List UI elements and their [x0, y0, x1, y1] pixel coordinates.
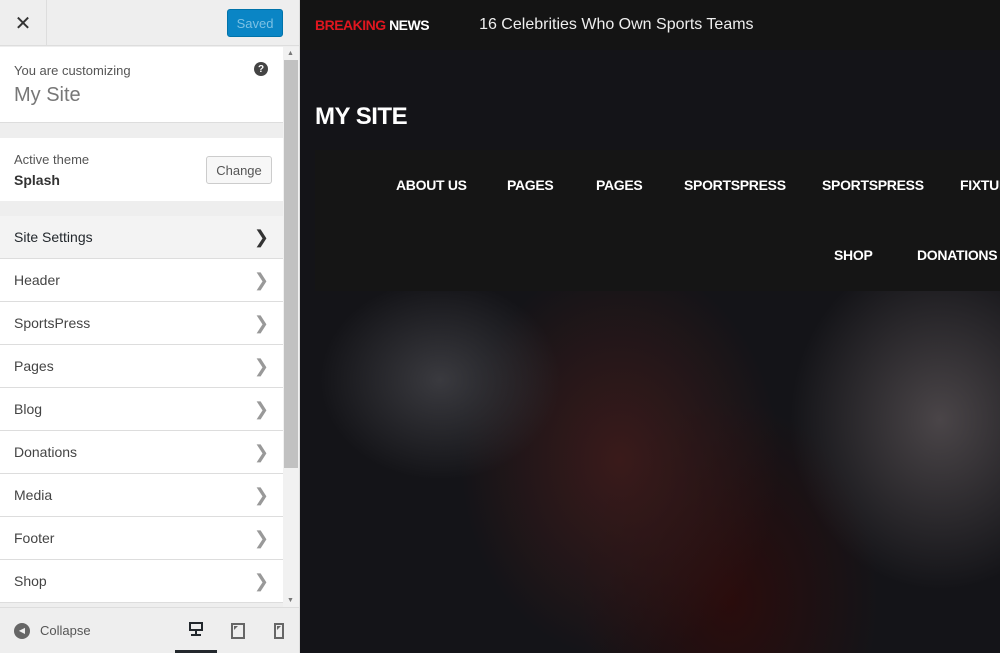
section-label: Site Settings — [14, 229, 93, 245]
tablet-icon — [231, 623, 245, 639]
nav-about-us[interactable]: ABOUT US — [396, 177, 467, 193]
section-label: Blog — [14, 401, 43, 417]
section-label: Header — [14, 272, 60, 288]
section-menu: Site Settings ❯ Header ❯ SportsPress ❯ Page… — [0, 216, 283, 603]
customizer-header: ✕ Saved — [0, 0, 299, 46]
saved-button[interactable]: Saved — [227, 9, 283, 37]
desktop-preview-button[interactable] — [175, 608, 217, 653]
breaking-news-label: BREAKING NEWS — [315, 17, 430, 33]
headline-link[interactable]: 16 Celebrities Who Own Sports Teams — [479, 16, 753, 34]
section-blog[interactable]: Blog ❯ — [0, 388, 283, 431]
section-label: Footer — [14, 530, 55, 546]
news-label: NEWS — [389, 17, 430, 33]
mobile-preview-button[interactable] — [258, 608, 299, 653]
section-header[interactable]: Header ❯ — [0, 259, 283, 302]
tablet-preview-button[interactable] — [217, 608, 259, 653]
section-label: Donations — [14, 444, 78, 460]
section-label: Shop — [14, 573, 47, 589]
scroll-down-icon[interactable]: ▼ — [287, 597, 294, 604]
section-label: SportsPress — [14, 315, 91, 331]
section-footer[interactable]: Footer ❯ — [0, 517, 283, 560]
section-site-settings[interactable]: Site Settings ❯ — [0, 216, 283, 259]
chevron-right-icon: ❯ — [253, 570, 269, 591]
section-media[interactable]: Media ❯ — [0, 474, 283, 517]
section-sportspress[interactable]: SportsPress ❯ — [0, 302, 283, 345]
collapse-button[interactable]: ◀ Collapse — [14, 622, 91, 639]
change-theme-button[interactable]: Change — [206, 156, 272, 184]
customizing-label: You are customizing — [14, 63, 131, 78]
section-label: Pages — [14, 358, 54, 374]
site-preview: BREAKING NEWS 16 Celebrities Who Own Spo… — [300, 0, 1000, 653]
customizer-footer: ◀ Collapse — [0, 607, 299, 653]
customizing-info: You are customizing My Site ? — [0, 47, 283, 123]
panel-list: You are customizing My Site ? Active the… — [0, 47, 299, 607]
nav-pages-2[interactable]: PAGES — [596, 177, 643, 193]
scrollbar-thumb[interactable] — [284, 60, 298, 468]
nav-pages[interactable]: PAGES — [507, 177, 554, 193]
site-title[interactable]: MY SITE — [315, 103, 408, 131]
help-icon[interactable]: ? — [254, 62, 268, 76]
nav-fixtures[interactable]: FIXTURES — [960, 177, 1000, 193]
sidebar-scrollbar[interactable]: ▲ ▼ — [283, 47, 299, 607]
section-donations[interactable]: Donations ❯ — [0, 431, 283, 474]
chevron-right-icon: ❯ — [253, 269, 269, 290]
site-name: My Site — [14, 84, 81, 106]
section-label: Media — [14, 487, 53, 503]
nav-shop[interactable]: SHOP — [834, 247, 873, 263]
nav-sportspress-2[interactable]: SPORTSPRESS — [822, 177, 924, 193]
chevron-right-icon: ❯ — [253, 226, 269, 247]
mobile-icon — [274, 623, 284, 639]
active-theme-section: Active theme Splash Change — [0, 138, 283, 201]
desktop-icon — [189, 622, 203, 636]
close-icon: ✕ — [14, 12, 32, 35]
breaking-news-bar: BREAKING NEWS 16 Celebrities Who Own Spo… — [300, 0, 1000, 50]
chevron-right-icon: ❯ — [253, 312, 269, 333]
scroll-up-icon[interactable]: ▲ — [287, 50, 294, 57]
nav-sportspress[interactable]: SPORTSPRESS — [684, 177, 786, 193]
breaking-label: BREAKING — [315, 17, 386, 33]
customizer-sidebar: ✕ Saved You are customizing My Site ? Ac… — [0, 0, 300, 653]
chevron-right-icon: ❯ — [253, 355, 269, 376]
chevron-right-icon: ❯ — [253, 398, 269, 419]
nav-donations[interactable]: DONATIONS — [917, 247, 998, 263]
chevron-right-icon: ❯ — [253, 484, 269, 505]
close-button[interactable]: ✕ — [0, 0, 47, 46]
section-pages[interactable]: Pages ❯ — [0, 345, 283, 388]
section-shop[interactable]: Shop ❯ — [0, 560, 283, 603]
chevron-right-icon: ❯ — [253, 527, 269, 548]
chevron-right-icon: ❯ — [253, 441, 269, 462]
collapse-label: Collapse — [40, 623, 91, 638]
main-nav: ABOUT US PAGES PAGES SPORTSPRESS SPORTSP… — [315, 150, 1000, 291]
collapse-icon: ◀ — [14, 622, 30, 639]
